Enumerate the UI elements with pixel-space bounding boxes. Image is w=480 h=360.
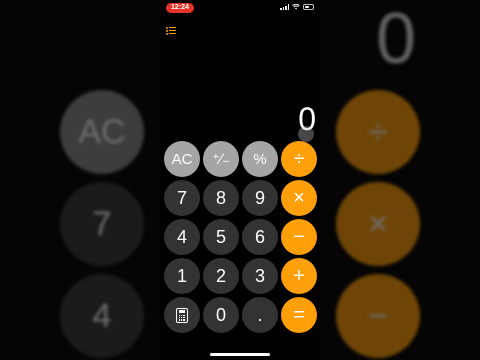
backdrop-left: AC 7 4 xyxy=(0,0,160,360)
status-bar: 12:24 xyxy=(160,0,320,16)
backdrop-four-key: 4 xyxy=(60,274,144,358)
signal-icon xyxy=(280,4,289,10)
ac-label: AC xyxy=(171,150,193,168)
equals-button[interactable]: = xyxy=(281,297,317,333)
ac-button[interactable]: AC xyxy=(164,141,200,177)
digit-6-button[interactable]: 6 xyxy=(242,219,278,255)
calculator-mode-button[interactable] xyxy=(164,297,200,333)
decimal-button[interactable]: . xyxy=(242,297,278,333)
plus-button[interactable]: + xyxy=(281,258,317,294)
multiply-button[interactable]: × xyxy=(281,180,317,216)
plus-minus-button[interactable]: ⁺∕₋ xyxy=(203,141,239,177)
history-list-icon[interactable] xyxy=(166,26,176,35)
digit-7-button[interactable]: 7 xyxy=(164,180,200,216)
digit-5-button[interactable]: 5 xyxy=(203,219,239,255)
percent-label: % xyxy=(253,150,267,168)
backdrop-multiply-key: × xyxy=(336,182,420,266)
backdrop-display: 0 xyxy=(376,0,417,79)
percent-button[interactable]: % xyxy=(242,141,278,177)
digit-2-button[interactable]: 2 xyxy=(203,258,239,294)
digit-8-button[interactable]: 8 xyxy=(203,180,239,216)
divide-button[interactable]: ÷ xyxy=(281,141,317,177)
plus-minus-label: ⁺∕₋ xyxy=(211,151,231,168)
digit-0-button[interactable]: 0 xyxy=(203,297,239,333)
calculator-screen: 12:24 0 AC ⁺∕₋ % ÷ 7 8 9 × 4 5 6 − 1 2 3… xyxy=(160,0,320,360)
status-icons xyxy=(280,4,314,10)
backdrop-ac-key: AC xyxy=(60,90,144,174)
touch-indicator xyxy=(298,126,314,142)
backdrop-minus-key: − xyxy=(336,274,420,358)
digit-9-button[interactable]: 9 xyxy=(242,180,278,216)
backdrop-seven-key: 7 xyxy=(60,182,144,266)
backdrop-divide-key: ÷ xyxy=(336,90,420,174)
calculator-icon xyxy=(176,307,188,323)
home-indicator[interactable] xyxy=(210,353,270,356)
wifi-icon xyxy=(292,4,300,10)
minus-button[interactable]: − xyxy=(281,219,317,255)
digit-4-button[interactable]: 4 xyxy=(164,219,200,255)
digit-1-button[interactable]: 1 xyxy=(164,258,200,294)
backdrop-right: 0 ÷ × − xyxy=(320,0,480,360)
battery-icon xyxy=(303,4,314,10)
digit-3-button[interactable]: 3 xyxy=(242,258,278,294)
status-time: 12:24 xyxy=(166,3,194,13)
